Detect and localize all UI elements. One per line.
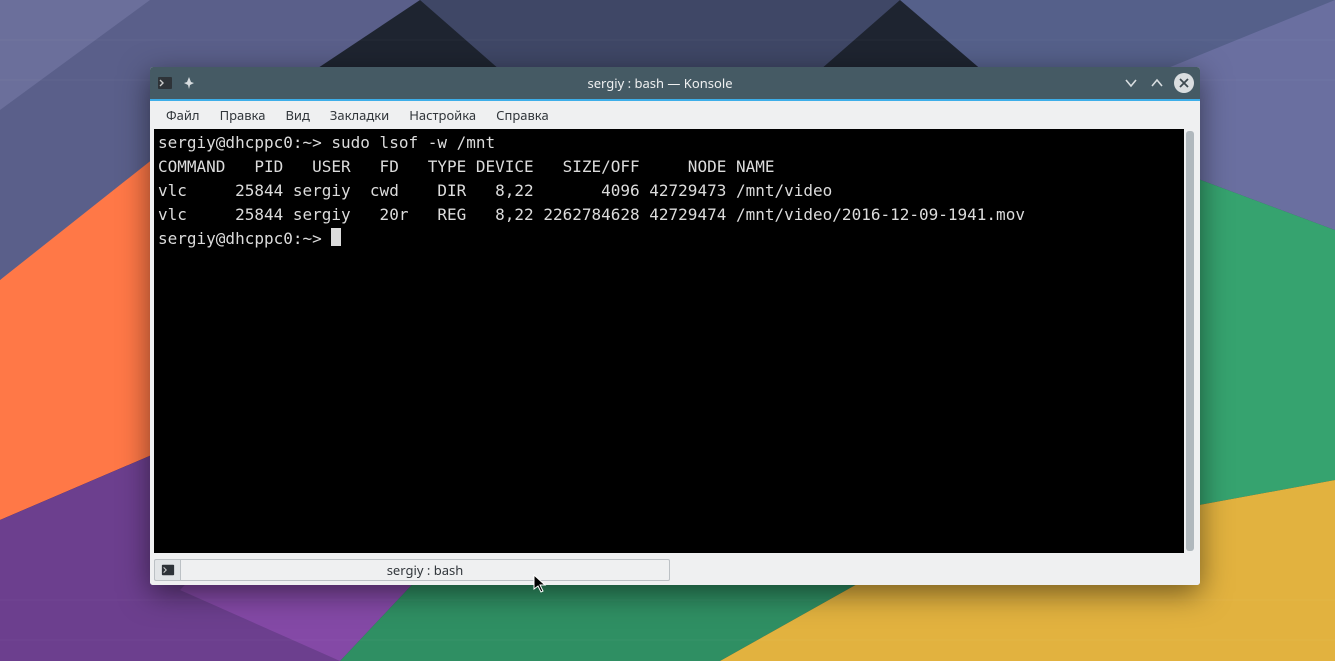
new-tab-button[interactable] <box>154 559 180 581</box>
window-titlebar[interactable]: sergiy : bash — Konsole <box>150 67 1200 99</box>
menu-help[interactable]: Справка <box>486 102 559 128</box>
maximize-icon[interactable] <box>1148 74 1166 92</box>
menu-view[interactable]: Вид <box>275 102 319 128</box>
prompt: sergiy@dhcppc0:~> <box>158 229 331 248</box>
output-header: COMMAND PID USER FD TYPE DEVICE SIZE/OFF… <box>158 157 775 176</box>
terminal-scrollbar[interactable] <box>1184 129 1196 553</box>
close-icon[interactable] <box>1174 73 1194 93</box>
terminal[interactable]: sergiy@dhcppc0:~> sudo lsof -w /mnt COMM… <box>154 129 1184 553</box>
command-text: sudo lsof -w /mnt <box>331 133 495 152</box>
menu-settings[interactable]: Настройка <box>399 102 486 128</box>
output-row: vlc 25844 sergiy cwd DIR 8,22 4096 42729… <box>158 181 832 200</box>
menubar: Файл Правка Вид Закладки Настройка Справ… <box>150 101 1200 129</box>
prompt: sergiy@dhcppc0:~> <box>158 133 331 152</box>
menu-file[interactable]: Файл <box>156 102 210 128</box>
minimize-icon[interactable] <box>1122 74 1140 92</box>
konsole-window: sergiy : bash — Konsole Файл Правка Вид … <box>150 67 1200 585</box>
window-title: sergiy : bash — Konsole <box>198 74 1122 92</box>
tabbar: sergiy : bash <box>150 557 1200 585</box>
output-row: vlc 25844 sergiy 20r REG 8,22 2262784628… <box>158 205 1025 224</box>
text-cursor <box>331 228 341 246</box>
terminal-app-icon <box>156 74 174 92</box>
menu-bookmarks[interactable]: Закладки <box>320 102 399 128</box>
tab-label: sergiy : bash <box>387 561 464 579</box>
terminal-viewport: sergiy@dhcppc0:~> sudo lsof -w /mnt COMM… <box>150 129 1200 557</box>
menu-edit[interactable]: Правка <box>210 102 276 128</box>
pin-icon[interactable] <box>180 74 198 92</box>
scrollbar-thumb[interactable] <box>1186 131 1194 551</box>
tab-active[interactable]: sergiy : bash <box>180 559 670 581</box>
